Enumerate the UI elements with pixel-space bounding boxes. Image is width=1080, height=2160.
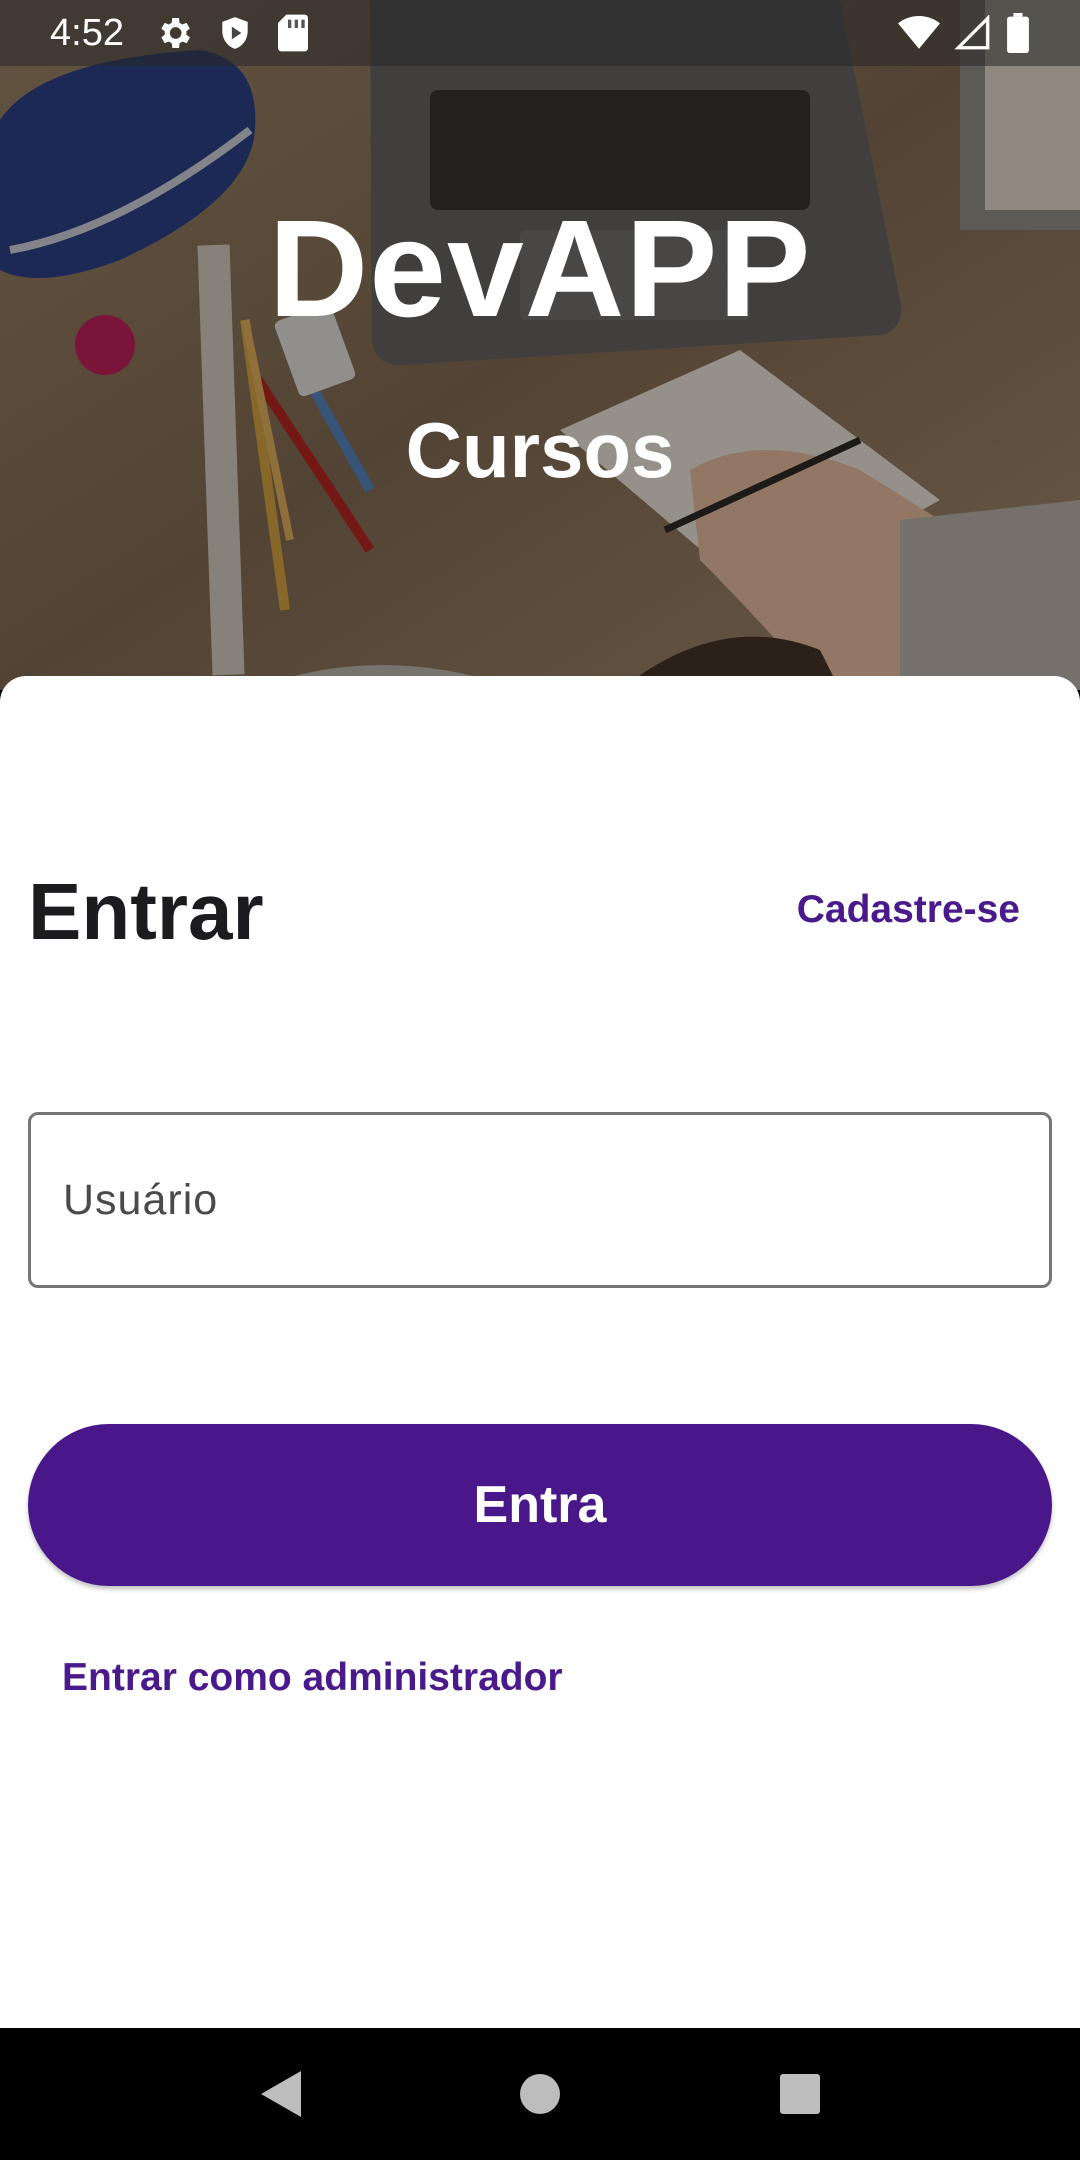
app-subtitle: Cursos [405, 406, 675, 494]
status-bar: 4:52 [0, 0, 1080, 66]
signup-link[interactable]: Cadastre-se [797, 888, 1020, 932]
status-system-icons [898, 13, 1030, 53]
back-button[interactable] [240, 2054, 320, 2134]
app-title: DevAPP [268, 192, 812, 346]
hero-banner: DevAPP Cursos [0, 0, 1080, 690]
sd-card-icon [277, 14, 308, 52]
signal-icon [954, 15, 990, 50]
username-input[interactable]: Usuário [28, 1112, 1052, 1288]
shield-play-icon [222, 17, 248, 49]
username-placeholder: Usuário [63, 1175, 219, 1224]
recents-button[interactable] [760, 2054, 840, 2134]
admin-login-link[interactable]: Entrar como administrador [62, 1656, 563, 1700]
back-icon [261, 2071, 301, 2117]
login-heading: Entrar [28, 867, 264, 956]
gear-icon [161, 18, 190, 48]
login-button[interactable]: Entra [28, 1424, 1052, 1586]
wifi-icon [898, 16, 940, 49]
navigation-bar [0, 2028, 1080, 2160]
home-button[interactable] [500, 2054, 580, 2134]
login-sheet: Entrar Cadastre-se Usuário Entra Entrar … [0, 676, 1080, 2028]
battery-icon [1007, 13, 1029, 53]
status-notification-icons [154, 13, 310, 53]
recents-icon [780, 2074, 820, 2114]
home-icon [520, 2074, 560, 2114]
status-time: 4:52 [50, 11, 124, 54]
